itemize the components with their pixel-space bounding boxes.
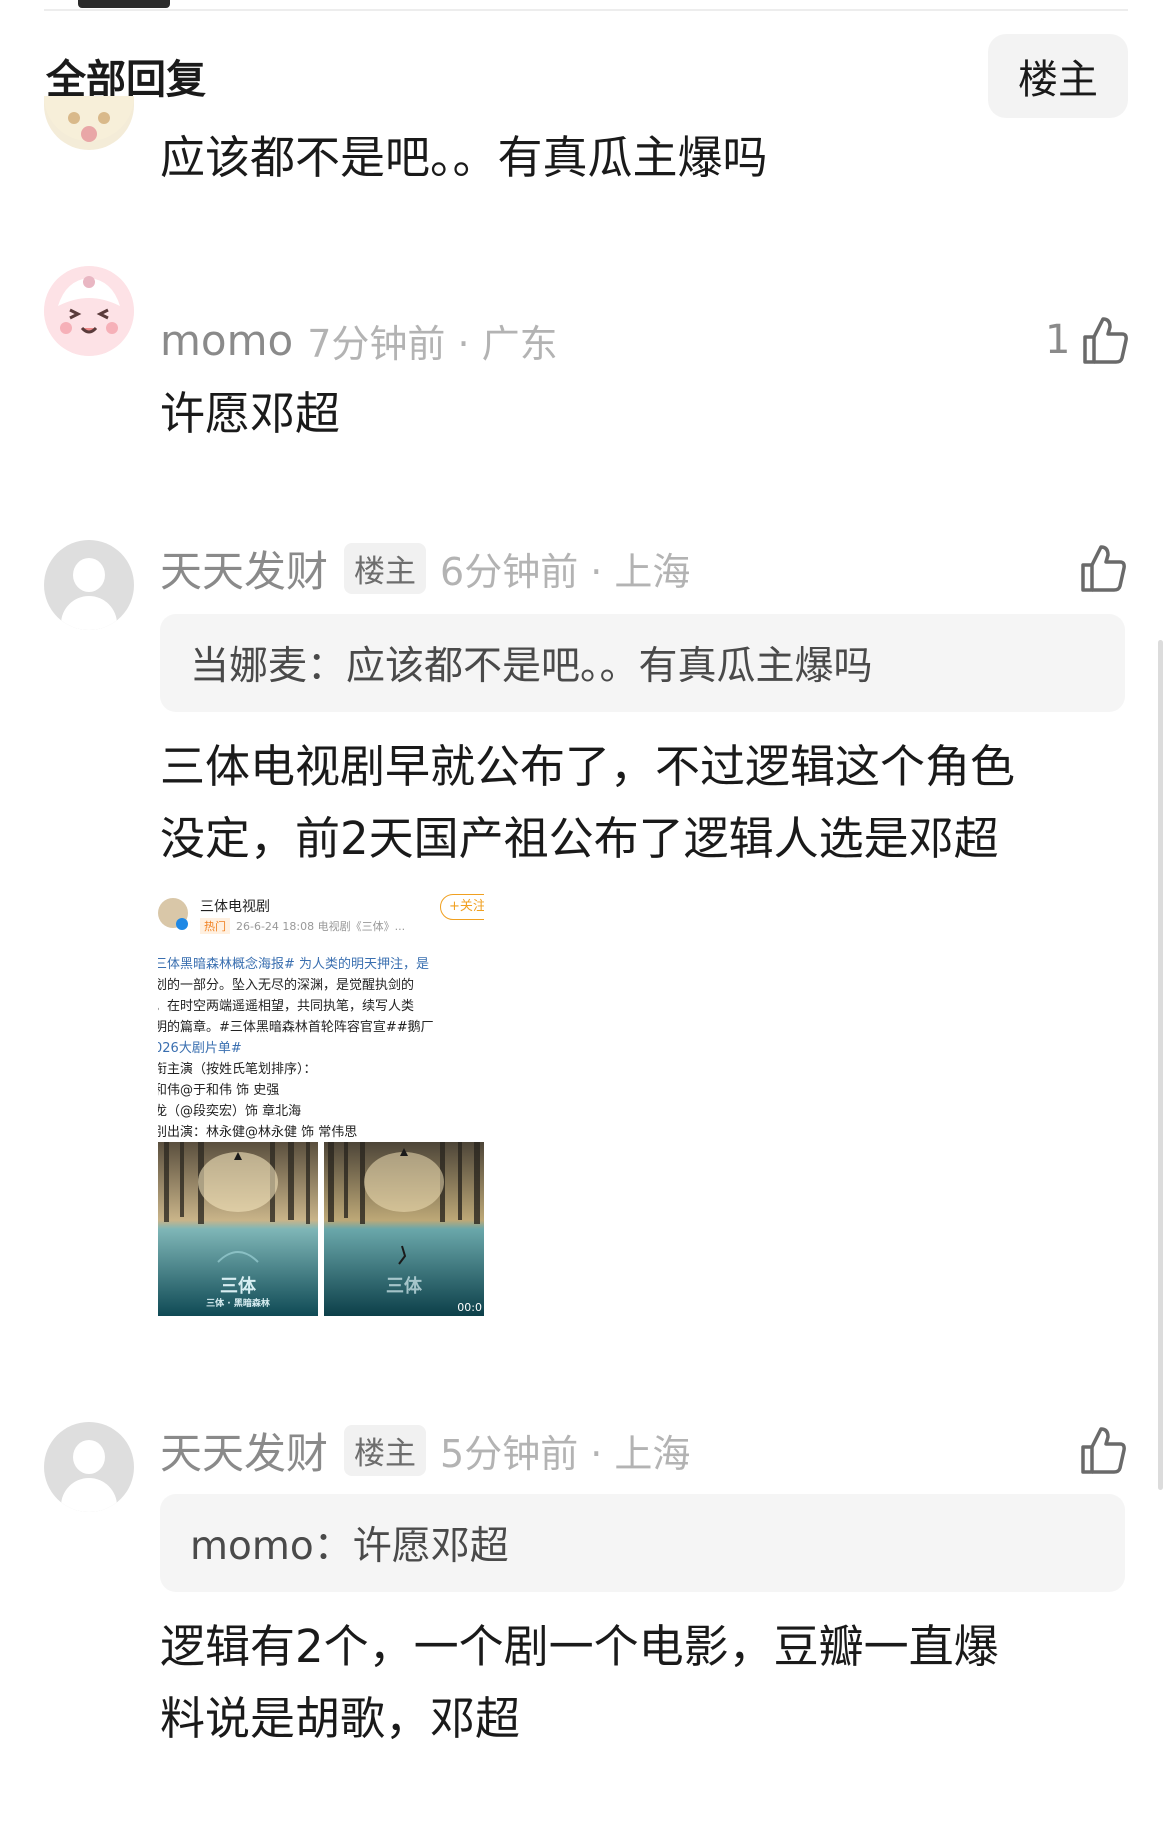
post-text-line: 。在时空两端遥遥相望，共同执笔，续写人类: [158, 999, 415, 1014]
comment-meta: momo 7分钟前 · 广东: [160, 310, 558, 370]
post-text-line: 衔主演（按姓氏笔划排序）：: [158, 1062, 317, 1077]
thumbs-up-icon: [1081, 1427, 1126, 1474]
avatar[interactable]: [44, 540, 134, 630]
user-silhouette-icon: [73, 558, 105, 592]
owner-badge: 楼主: [344, 1424, 427, 1476]
post-text-line: 三体黑暗森林概念海报# 为人类的明天押注，是: [158, 957, 430, 972]
poster-image: 三体 三体 · 黑暗森林: [158, 1142, 318, 1316]
poster-title: 三体: [386, 1276, 422, 1297]
time-location: 6分钟前 · 上海: [440, 549, 691, 594]
thumbs-up-icon: [1083, 317, 1129, 364]
avatar[interactable]: [44, 1422, 134, 1512]
poster-video: 三体 00:0: [324, 1142, 484, 1316]
quoted-reply[interactable]: momo：许愿邓超: [160, 1494, 1125, 1592]
like-count: 1: [1045, 317, 1071, 363]
video-duration: 00:0: [457, 1301, 482, 1314]
like-button[interactable]: [1080, 1420, 1126, 1480]
username[interactable]: 天天发财: [160, 538, 328, 599]
comment-meta: 天天发财 楼主 6分钟前 · 上海: [160, 538, 690, 598]
comment-meta: 天天发财 楼主 5分钟前 · 上海: [160, 1420, 690, 1480]
post-text-line: 别出演：林永健@林永健 饰 常伟思: [158, 1125, 358, 1140]
follow-button: +关注: [440, 894, 484, 920]
time-location: 7分钟前 · 广东: [307, 321, 558, 366]
quoted-reply[interactable]: 当娜麦：应该都不是吧。。有真瓜主爆吗: [160, 614, 1125, 712]
owner-badge: 楼主: [344, 542, 427, 594]
owner-only-filter-button[interactable]: 楼主: [988, 34, 1128, 118]
post-text-line: 明的篇章。#三体黑暗森林首轮阵容官宣##鹅厂: [158, 1020, 434, 1035]
hot-badge: 热门: [200, 918, 230, 934]
post-text-line: 和伟@于和伟 饰 史强: [158, 1083, 280, 1098]
avatar[interactable]: [44, 96, 134, 150]
avatar[interactable]: [44, 266, 134, 356]
attached-image[interactable]: 三体电视剧 +关注 热门 26-6-24 18:08 电视剧《三体》... 三体…: [158, 890, 484, 1316]
poster-title: 三体: [220, 1276, 256, 1297]
replies-header: 全部回复 楼主: [46, 34, 1128, 118]
post-text-line: 龙（@段奕宏）饰 章北海: [158, 1104, 302, 1119]
like-button[interactable]: [1080, 538, 1126, 598]
post-text-line: 026大剧片单#: [158, 1041, 242, 1056]
like-button[interactable]: 1: [1045, 310, 1129, 370]
time-location: 5分钟前 · 上海: [440, 1431, 691, 1476]
top-divider: [44, 9, 1128, 11]
comment-text: 许愿邓超: [160, 387, 341, 440]
thumbs-up-icon: [1081, 545, 1126, 592]
post-meta: 26-6-24 18:08 电视剧《三体》...: [236, 920, 406, 933]
verified-icon: [176, 918, 188, 930]
comment-text: 应该都不是吧。。有真瓜主爆吗: [160, 131, 768, 184]
comment-text: 逻辑有2个，一个剧一个电影，豆瓣一直爆: [160, 1620, 999, 1673]
account-name: 三体电视剧: [200, 899, 270, 915]
comment-text: 料说是胡歌，邓超: [160, 1692, 521, 1745]
username[interactable]: momo: [160, 316, 293, 365]
user-silhouette-icon: [73, 1440, 105, 1474]
comment-text: 三体电视剧早就公布了，不过逻辑这个角色: [160, 740, 1016, 793]
username[interactable]: 天天发财: [160, 1420, 328, 1481]
poster-subtitle: 三体 · 黑暗森林: [206, 1299, 270, 1309]
scrollbar[interactable]: [1158, 640, 1163, 1490]
comment-text: 没定，前2天国产祖公布了逻辑人选是邓超: [160, 812, 999, 865]
post-text-line: 划的一部分。坠入无尽的深渊，是觉醒执剑的: [158, 978, 415, 993]
top-tab-indicator: [78, 0, 170, 8]
